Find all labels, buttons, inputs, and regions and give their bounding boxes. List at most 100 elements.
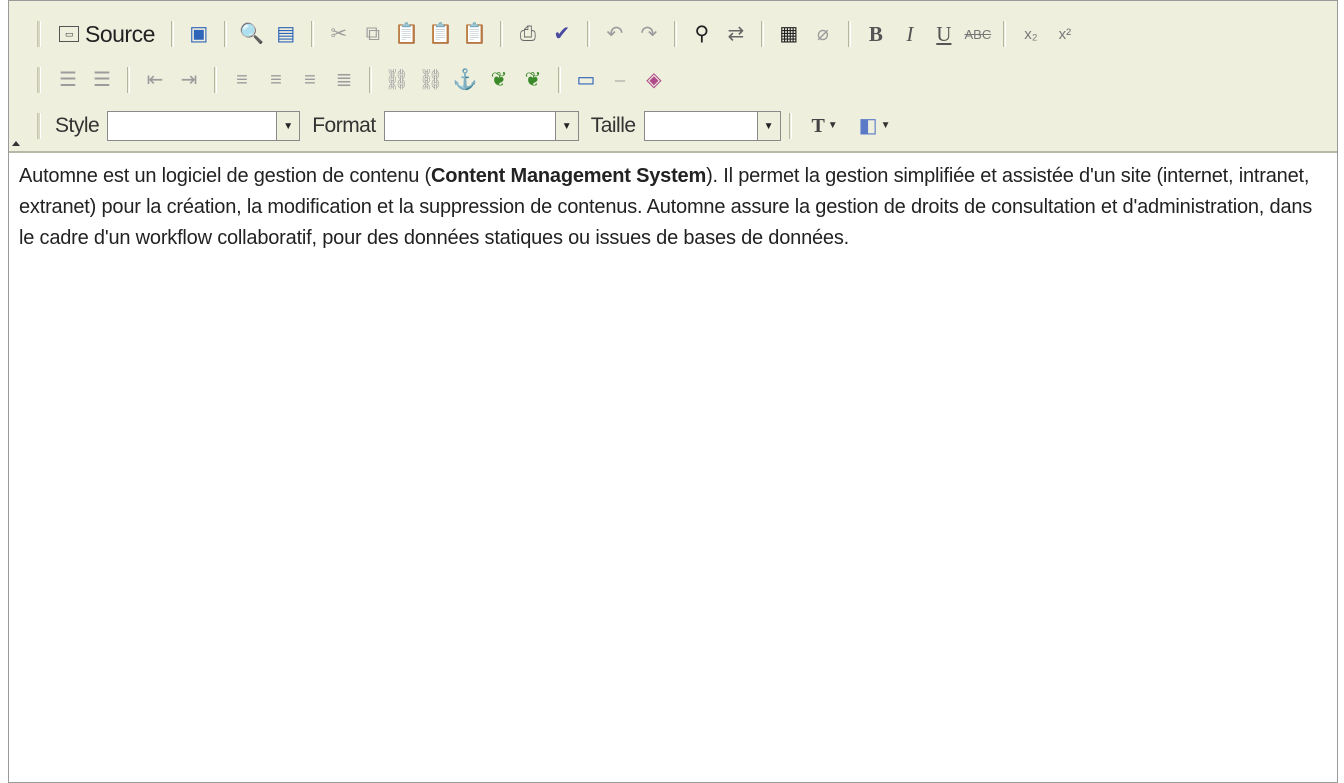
outdent-button[interactable]: ⇤ <box>140 65 170 95</box>
justify-button[interactable]: ≣ <box>329 65 359 95</box>
background-color-icon: ◧ <box>858 115 878 137</box>
print-preview-button[interactable]: 🔍 <box>237 19 267 49</box>
bold-button[interactable]: B <box>861 19 891 49</box>
paste-text-icon: 📋 <box>428 23 454 45</box>
size-select[interactable]: ▼ <box>643 111 781 141</box>
format-select[interactable]: ▼ <box>383 111 579 141</box>
toolbar-separator <box>586 21 590 47</box>
print-button[interactable]: ⎙ <box>513 19 543 49</box>
align-center-button[interactable]: ≡ <box>261 65 291 95</box>
source-icon: ▭ <box>59 26 79 42</box>
copy-button[interactable]: ⧉ <box>358 19 388 49</box>
redo-icon: ↷ <box>640 23 658 45</box>
flash-button[interactable]: ❦ <box>518 65 548 95</box>
toolbar-separator <box>499 21 503 47</box>
text-color-button[interactable]: T ▼ <box>802 111 848 141</box>
size-select-value <box>644 112 757 140</box>
preview-icon: ▣ <box>189 23 209 45</box>
flash-icon: ❦ <box>524 69 542 91</box>
print-preview-icon: 🔍 <box>239 23 265 45</box>
toolbar-separator <box>788 113 792 139</box>
preview-button[interactable]: ▣ <box>184 19 214 49</box>
strikethrough-button[interactable]: ABC <box>963 19 993 49</box>
toolbar-separator <box>214 67 217 93</box>
templates-button[interactable]: ▤ <box>271 19 301 49</box>
undo-button[interactable]: ↶ <box>600 19 630 49</box>
chevron-down-icon[interactable]: ▼ <box>554 112 578 140</box>
paste-word-icon: 📋 <box>462 23 488 45</box>
special-object-icon: ◈ <box>646 69 662 91</box>
align-left-button[interactable]: ≡ <box>227 65 257 95</box>
templates-icon: ▤ <box>276 23 296 45</box>
toolbar-separator <box>760 21 764 47</box>
numbered-list-icon: ☰ <box>59 69 77 91</box>
replace-button[interactable]: ⇄ <box>721 19 751 49</box>
cut-icon: ✂ <box>330 23 348 45</box>
redo-button[interactable]: ↷ <box>634 19 664 49</box>
toolbar-separator <box>170 21 174 47</box>
unlink-button[interactable]: ⛓ <box>416 65 446 95</box>
toolbar-grip[interactable] <box>37 21 41 47</box>
superscript-button[interactable]: x² <box>1050 19 1080 49</box>
chevron-down-icon: ▼ <box>827 120 838 131</box>
paste-icon: 📋 <box>394 23 420 45</box>
toolbar-separator <box>223 21 227 47</box>
chevron-down-icon[interactable]: ▼ <box>276 112 300 140</box>
toolbar-separator <box>310 21 314 47</box>
horizontal-rule-icon: ⎯ <box>615 69 625 91</box>
chevron-down-icon[interactable]: ▼ <box>756 112 780 140</box>
find-icon: ⚲ <box>694 23 710 45</box>
source-label: Source <box>85 20 155 47</box>
italic-button[interactable]: I <box>895 19 925 49</box>
toolbar-row-3: Style ▼ Format ▼ Taille ▼ T ▼ ◧ ▼ <box>37 109 900 143</box>
source-button[interactable]: ▭ Source <box>53 19 161 49</box>
table-button[interactable]: ▭ <box>571 65 601 95</box>
justify-icon: ≣ <box>335 69 353 91</box>
numbered-list-button[interactable]: ☰ <box>53 65 83 95</box>
horizontal-rule-button[interactable]: ⎯ <box>605 65 635 95</box>
toolbar-grip[interactable] <box>37 67 41 93</box>
cut-button[interactable]: ✂ <box>324 19 354 49</box>
select-all-icon: ▦ <box>779 23 799 45</box>
toolbar-separator <box>847 21 851 47</box>
spellcheck-icon: ✔ <box>553 23 571 45</box>
select-all-button[interactable]: ▦ <box>774 19 804 49</box>
rich-text-editor: ▭ Source ▣ 🔍 ▤ ✂ ⧉ 📋 📋 📋 ⎙ ✔ ↶ ↷ ⚲ ⇄ ▦ ⌀… <box>8 0 1338 783</box>
background-color-button[interactable]: ◧ ▼ <box>852 111 898 141</box>
remove-format-button[interactable]: ⌀ <box>808 19 838 49</box>
find-button[interactable]: ⚲ <box>687 19 717 49</box>
editor-content[interactable]: Automne est un logiciel de gestion de co… <box>19 161 1327 254</box>
style-select[interactable]: ▼ <box>107 111 301 141</box>
format-select-value <box>384 112 555 140</box>
editor-toolbar: ▭ Source ▣ 🔍 ▤ ✂ ⧉ 📋 📋 📋 ⎙ ✔ ↶ ↷ ⚲ ⇄ ▦ ⌀… <box>9 1 1337 153</box>
print-icon: ⎙ <box>519 23 536 45</box>
align-right-button[interactable]: ≡ <box>295 65 325 95</box>
paste-button[interactable]: 📋 <box>392 19 422 49</box>
link-button[interactable]: ⛓ <box>382 65 412 95</box>
bold-icon: B <box>868 21 883 46</box>
unlink-icon: ⛓ <box>418 69 444 91</box>
paste-word-button[interactable]: 📋 <box>460 19 490 49</box>
special-object-button[interactable]: ◈ <box>639 65 669 95</box>
bulleted-list-button[interactable]: ☰ <box>87 65 117 95</box>
indent-button[interactable]: ⇥ <box>174 65 204 95</box>
size-label: Taille <box>590 114 636 137</box>
align-center-icon: ≡ <box>270 69 282 91</box>
chevron-down-icon: ▼ <box>880 120 891 131</box>
anchor-button[interactable]: ⚓ <box>450 65 480 95</box>
remove-format-icon: ⌀ <box>816 23 829 45</box>
toolbar-separator <box>369 67 372 93</box>
superscript-icon: x² <box>1058 25 1072 43</box>
image-button[interactable]: ❦ <box>484 65 514 95</box>
table-icon: ▭ <box>576 69 596 91</box>
toolbar-grip[interactable] <box>37 113 41 139</box>
paste-text-button[interactable]: 📋 <box>426 19 456 49</box>
spellcheck-button[interactable]: ✔ <box>547 19 577 49</box>
underline-button[interactable]: U <box>929 19 959 49</box>
copy-icon: ⧉ <box>365 23 381 45</box>
subscript-button[interactable]: x₂ <box>1016 19 1046 49</box>
image-icon: ❦ <box>490 69 508 91</box>
outdent-icon: ⇤ <box>146 69 164 91</box>
toolbar-separator <box>673 21 677 47</box>
collapse-toolbar-icon[interactable] <box>12 141 20 146</box>
